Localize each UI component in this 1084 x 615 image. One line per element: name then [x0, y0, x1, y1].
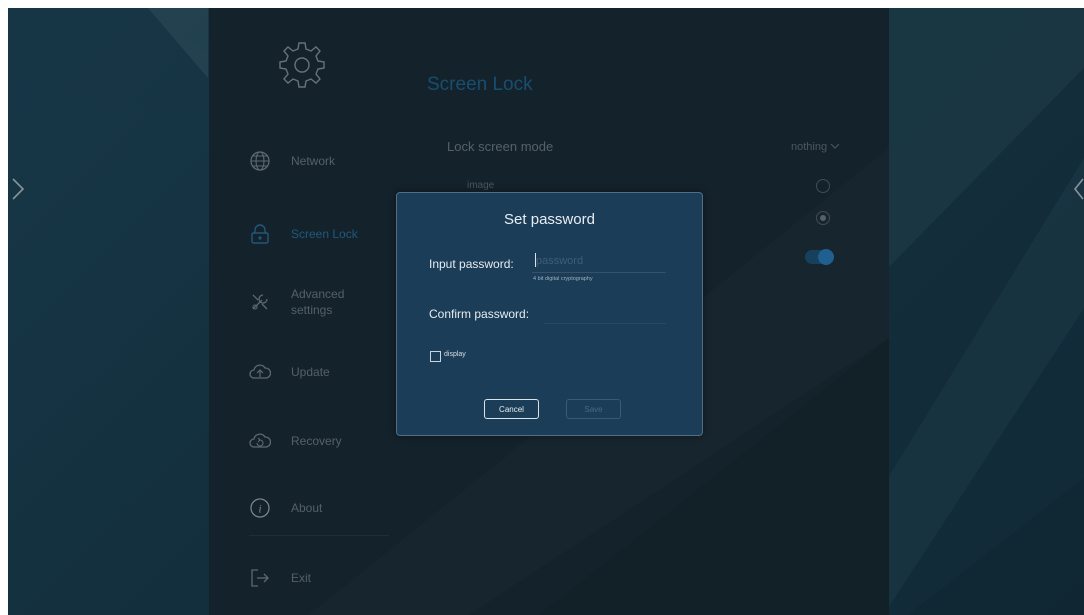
set-password-dialog: Set password Input password: 4 bit digit… — [396, 192, 703, 436]
password-input[interactable] — [532, 250, 666, 273]
cancel-button[interactable]: Cancel — [484, 399, 539, 419]
save-button[interactable]: Save — [566, 399, 621, 419]
confirm-password-input[interactable] — [544, 303, 666, 324]
confirm-password-label: Confirm password: — [429, 307, 530, 321]
input-password-label: Input password: — [429, 257, 514, 271]
screen: Network Screen Lock Advanced settings Up… — [8, 8, 1084, 615]
display-password-label: display — [444, 351, 466, 358]
display-password-checkbox[interactable] — [430, 351, 441, 362]
password-hint: 4 bit digital cryptography — [533, 276, 593, 282]
text-caret — [535, 253, 536, 267]
dialog-title: Set password — [504, 211, 595, 228]
